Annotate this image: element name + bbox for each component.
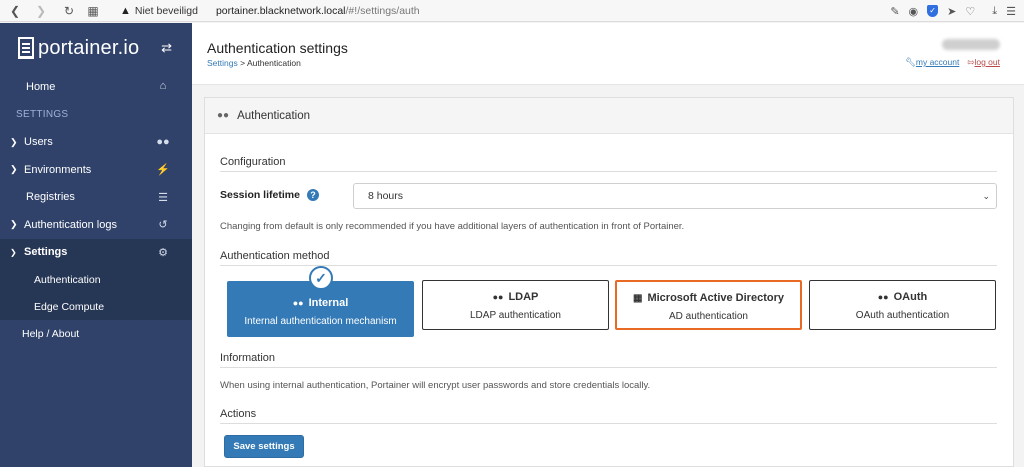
chevron-down-icon: ❯ — [10, 247, 17, 257]
security-warning[interactable]: ▲ Niet beveiligd — [120, 5, 198, 17]
sidebar-item-settings[interactable]: ❯ Settings ⚙ — [0, 238, 192, 266]
sidebar-item-environments[interactable]: ❯ Environments ⚡ — [0, 156, 192, 184]
edit-icon[interactable]: ✎ — [890, 5, 899, 18]
warning-icon: ▲ — [120, 4, 131, 17]
wrench-icon: 🔧︎ — [905, 57, 916, 67]
method-active-directory[interactable]: ▦ Microsoft Active Directory AD authentic… — [615, 280, 802, 330]
home-icon: ⌂ — [159, 80, 167, 92]
brand-logo[interactable]: portainer.io ⇄ — [0, 23, 192, 73]
breadcrumb-settings-link[interactable]: Settings — [207, 58, 238, 68]
question-circle-icon[interactable]: ? — [306, 189, 319, 201]
panel-header: ●● Authentication — [205, 98, 1013, 134]
authentication-panel: ●● Authentication Configuration Session … — [204, 97, 1014, 467]
section-configuration: Configuration — [220, 156, 997, 172]
plug-icon: ⚡ — [156, 164, 170, 176]
sidebar-toggle-icon[interactable]: ⇄ — [161, 40, 172, 56]
sidebar-subitem-authentication[interactable]: Authentication — [0, 266, 192, 293]
address-bar[interactable]: portainer.blacknetwork.local/#!/settings… — [216, 5, 420, 17]
forward-icon[interactable]: ❯ — [32, 4, 50, 18]
save-settings-button[interactable]: Save settings — [224, 435, 304, 458]
sidebar-item-home[interactable]: Home ⌂ — [0, 73, 192, 101]
users-icon: ●● — [217, 110, 230, 121]
sidebar-subitem-edge-compute[interactable]: Edge Compute — [0, 293, 192, 320]
users-icon: ●● — [492, 292, 504, 302]
heart-icon[interactable]: ♡ — [965, 5, 975, 18]
users-icon: ●● — [156, 135, 170, 148]
back-icon[interactable]: ❮ — [6, 4, 24, 18]
page-title: Authentication settings — [207, 40, 348, 56]
portainer-logo-icon — [18, 37, 34, 59]
chevron-right-icon: ❯ — [10, 164, 18, 175]
download-icon[interactable]: ⤓ — [992, 5, 997, 18]
breadcrumb: Settings > Authentication — [207, 58, 301, 68]
database-icon: ☰ — [158, 191, 168, 204]
sidebar-item-registries[interactable]: Registries ☰ — [0, 184, 192, 212]
sidebar-item-authentication-logs[interactable]: ❯ Authentication logs ↺ — [0, 211, 192, 239]
my-account-link[interactable]: 🔧︎my account — [905, 57, 959, 68]
section-actions: Actions — [220, 408, 997, 424]
browser-toolbar: ❮ ❯ ↻ ▦ ▲ Niet beveiligd portainer.black… — [0, 0, 1024, 22]
sidebar: portainer.io ⇄ Home ⌂ SETTINGS ❯ Users ●… — [0, 23, 192, 467]
apps-grid-icon[interactable]: ▦ — [84, 4, 102, 18]
sidebar-section-settings: SETTINGS — [16, 109, 69, 120]
chevron-down-icon: ⌄ — [982, 191, 990, 201]
menu-icon[interactable]: ☰ — [1006, 5, 1016, 18]
send-icon[interactable]: ➤ — [947, 5, 956, 18]
information-text: When using internal authentication, Port… — [220, 380, 651, 391]
sidebar-item-help-about[interactable]: Help / About — [0, 320, 192, 348]
session-help-text: Changing from default is only recommende… — [220, 221, 685, 232]
session-lifetime-label: Session lifetime ? — [220, 189, 319, 201]
cogs-icon: ⚙ — [158, 246, 168, 259]
reload-icon[interactable]: ↻ — [60, 4, 78, 18]
windows-icon: ▦ — [633, 292, 643, 304]
selected-check-icon: ✓ — [309, 266, 333, 290]
camera-icon[interactable]: ◉ — [909, 5, 919, 18]
chevron-right-icon: ❯ — [10, 219, 18, 230]
session-lifetime-select[interactable]: 8 hours ⌄ — [353, 183, 997, 209]
sidebar-item-users[interactable]: ❯ Users ●● — [0, 129, 192, 157]
section-authentication-method: Authentication method — [220, 250, 997, 266]
page-header: Authentication settings Settings > Authe… — [192, 23, 1024, 85]
users-icon: ●● — [292, 298, 304, 308]
log-out-link[interactable]: ⇰log out — [967, 57, 1000, 68]
history-icon: ↺ — [158, 219, 168, 231]
method-oauth[interactable]: ●● OAuth OAuth authentication — [809, 280, 996, 330]
method-ldap[interactable]: ●● LDAP LDAP authentication — [422, 280, 609, 330]
username-redacted — [942, 39, 1000, 50]
chevron-right-icon: ❯ — [10, 136, 18, 147]
vpn-shield-icon[interactable]: ✓ — [927, 5, 939, 17]
users-icon: ●● — [877, 292, 889, 302]
section-information: Information — [220, 352, 997, 368]
